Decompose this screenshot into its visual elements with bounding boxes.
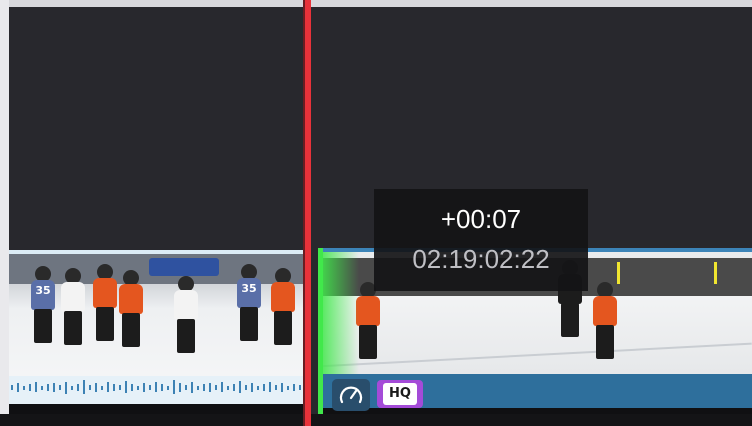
trim-tooltip: +00:07 02:19:02:22: [374, 189, 588, 291]
clip-left-thumbnail: 35 35: [9, 254, 306, 376]
quality-badge-label: HQ: [383, 383, 417, 405]
trim-timecode: 02:19:02:22: [412, 244, 550, 274]
jersey-number: 35: [241, 282, 257, 295]
frame-top-border: [0, 0, 752, 7]
clip-left-audio-waveform: [9, 376, 306, 404]
retime-badge[interactable]: [332, 379, 370, 411]
playhead[interactable]: [305, 0, 311, 426]
clip-left-footer: [9, 404, 306, 414]
rink-advert: [149, 258, 219, 276]
jersey-number: 35: [35, 284, 51, 297]
timeline-clip-left[interactable]: 35 35: [9, 250, 306, 414]
frame-bottom-border: [0, 414, 752, 426]
speedometer-icon: [339, 386, 363, 404]
clip-marker[interactable]: [714, 262, 717, 284]
clip-marker[interactable]: [617, 262, 620, 284]
trim-handle[interactable]: [318, 248, 323, 414]
frame-left-border: [0, 0, 9, 426]
trim-offset: +00:07: [440, 204, 522, 234]
trim-handle-glow: [323, 252, 359, 374]
quality-badge[interactable]: HQ: [377, 380, 423, 408]
